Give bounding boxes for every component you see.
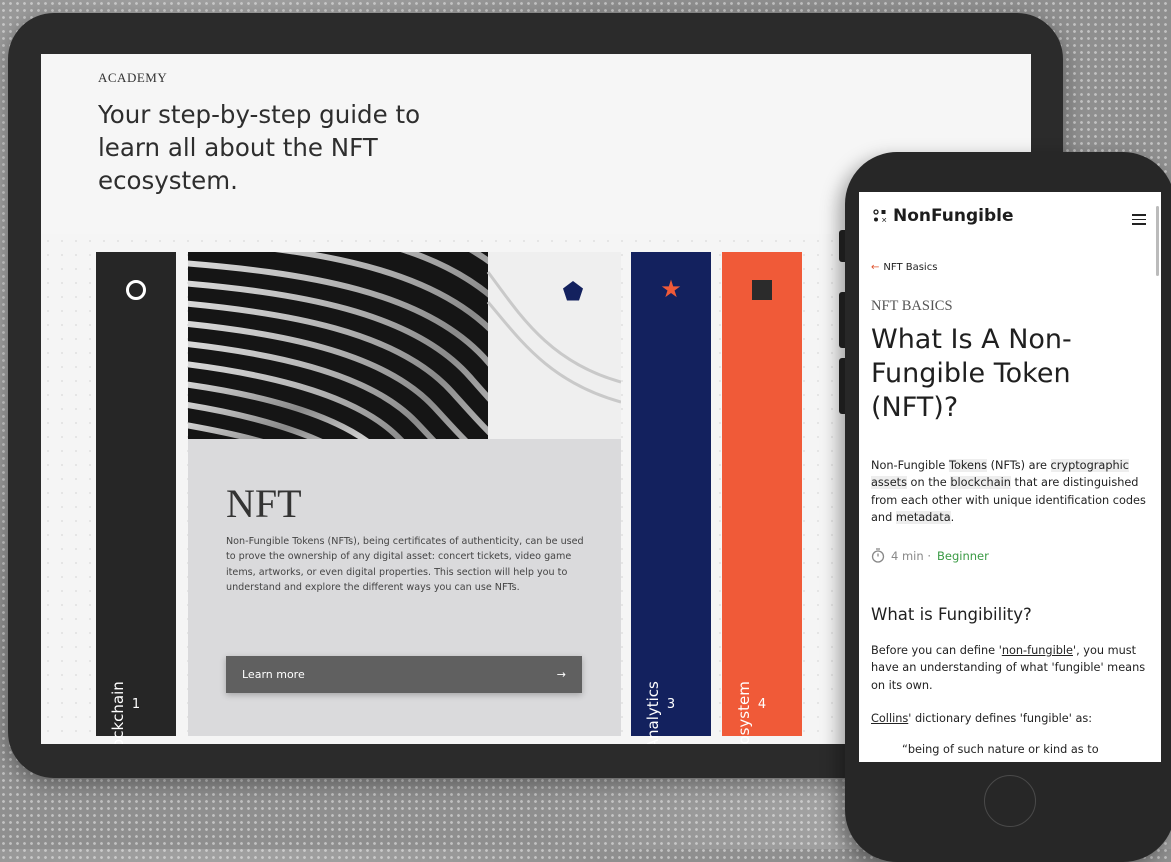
svg-text:✕: ✕ xyxy=(881,217,887,224)
read-duration: 4 min · xyxy=(891,548,931,563)
text: . xyxy=(950,510,955,524)
wave-graphic xyxy=(188,252,621,439)
category-label: Ecosystem xyxy=(735,681,753,744)
section-heading: What is Fungibility? xyxy=(871,605,1032,624)
arrow-left-icon: ← xyxy=(871,262,880,273)
back-link-label: NFT Basics xyxy=(883,262,938,273)
article-title: What Is A Non-Fungible Token (NFT)? xyxy=(871,324,1072,423)
arrow-right-icon: → xyxy=(556,668,566,681)
category-number: 3 xyxy=(666,697,676,712)
text: (NFTs) are xyxy=(987,459,1051,472)
glossary-link-blockchain[interactable]: blockchain xyxy=(950,476,1011,490)
text: on the xyxy=(906,476,951,490)
card-description: Non-Fungible Tokens (NFTs), being certif… xyxy=(226,536,584,593)
intro-paragraph: Non-Fungible Tokens (NFTs) are cryptogra… xyxy=(871,457,1156,526)
learn-more-button[interactable]: Learn more → xyxy=(226,656,582,693)
paragraph: Before you can define 'non-fungible', yo… xyxy=(871,642,1156,694)
read-meta: 4 min · Beginner xyxy=(871,548,989,563)
home-button[interactable] xyxy=(984,775,1036,827)
category-number: 4 xyxy=(757,697,767,712)
abstract-wave-image xyxy=(188,252,621,439)
glossary-link-tokens[interactable]: Tokens xyxy=(948,459,987,472)
hamburger-menu-icon[interactable] xyxy=(1132,214,1146,228)
brand-logo[interactable]: ✕ NonFungible xyxy=(873,206,1014,226)
category-bar-analytics[interactable]: ★ Analytics 3 xyxy=(631,252,711,744)
text: Before you can define ' xyxy=(871,644,1002,657)
volume-up-button xyxy=(839,292,845,348)
text: Non-Fungible xyxy=(871,459,949,472)
category-label: Analytics xyxy=(644,681,662,744)
card-title: NFT xyxy=(226,481,302,526)
hero-title: Your step-by-step guide to learn all abo… xyxy=(98,100,421,195)
category-bar-ecosystem[interactable]: Ecosystem 4 xyxy=(722,252,802,744)
learn-more-label: Learn more xyxy=(242,668,305,681)
text: ' dictionary defines 'fungible' as: xyxy=(908,712,1093,725)
glossary-link-metadata[interactable]: metadata xyxy=(895,510,951,524)
square-icon xyxy=(752,280,772,300)
nft-card: NFT Non-Fungible Tokens (NFTs), being ce… xyxy=(188,252,621,736)
category-number: 1 xyxy=(131,697,141,712)
category-bar-blockchain[interactable]: Blockchain 1 xyxy=(96,252,176,744)
brand-name: NonFungible xyxy=(893,206,1014,226)
scrollbar[interactable] xyxy=(1156,206,1159,276)
volume-down-button xyxy=(839,358,845,414)
star-icon: ★ xyxy=(660,276,682,303)
quote: “being of such nature or kind as to xyxy=(902,743,1099,756)
category-label: Blockchain xyxy=(109,681,127,744)
circle-icon xyxy=(126,280,146,300)
collins-link[interactable]: Collins xyxy=(871,712,908,725)
dots-logo-icon: ✕ xyxy=(873,209,887,223)
side-button xyxy=(839,230,845,262)
pentagon-icon xyxy=(563,281,583,301)
back-link[interactable]: ← NFT Basics xyxy=(871,262,937,273)
paragraph: Collins' dictionary defines 'fungible' a… xyxy=(871,710,1156,727)
glossary-link-non-fungible[interactable]: non-fungible xyxy=(1002,644,1073,657)
difficulty-level: Beginner xyxy=(936,548,989,563)
category-label: NFT BASICS xyxy=(871,298,953,314)
phone-screen: ✕ NonFungible ← NFT Basics NFT BASICS Wha… xyxy=(859,192,1161,762)
eyebrow-label: ACADEMY xyxy=(98,70,168,85)
stopwatch-icon xyxy=(871,548,885,563)
phone-device: ✕ NonFungible ← NFT Basics NFT BASICS Wha… xyxy=(839,152,1171,862)
